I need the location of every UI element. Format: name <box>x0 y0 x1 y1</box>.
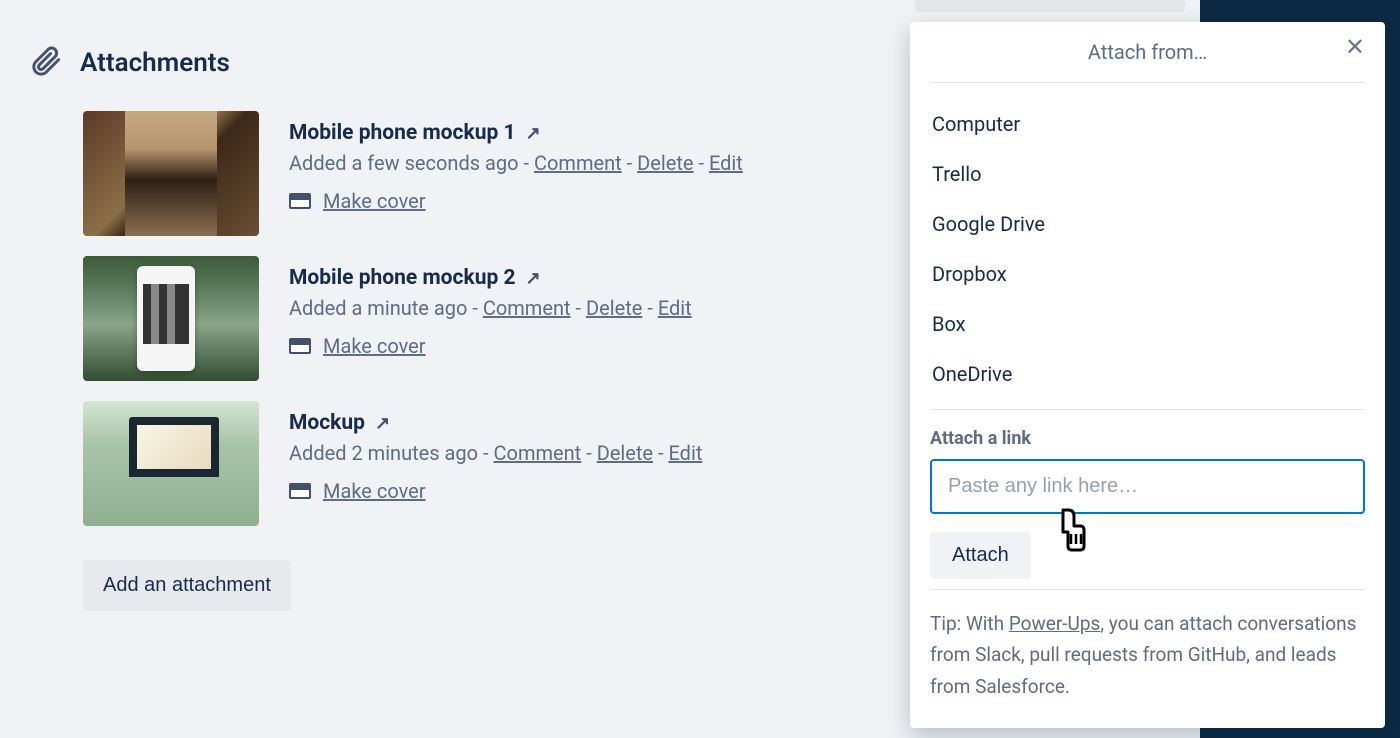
divider <box>930 589 1365 590</box>
delete-link[interactable]: Delete <box>586 296 642 320</box>
section-header: Attachments <box>30 45 880 81</box>
delete-link[interactable]: Delete <box>597 441 653 465</box>
attach-from-popover: Attach from… ✕ Computer Trello Google Dr… <box>910 22 1385 728</box>
make-cover-link[interactable]: Make cover <box>323 479 426 503</box>
attachment-title[interactable]: Mobile phone mockup 1 <box>289 121 516 145</box>
source-computer[interactable]: Computer <box>930 99 1365 149</box>
attachment-thumbnail[interactable] <box>83 111 259 236</box>
attach-link-input[interactable] <box>930 459 1365 514</box>
make-cover-link[interactable]: Make cover <box>323 334 426 358</box>
attachment-item: Mobile phone mockup 2 ↗ Added a minute a… <box>83 256 880 381</box>
attachment-list: Mobile phone mockup 1 ↗ Added a few seco… <box>83 111 880 526</box>
background-element <box>915 0 1185 12</box>
external-link-icon[interactable]: ↗ <box>526 268 541 289</box>
added-time: Added 2 minutes ago <box>289 441 478 465</box>
attachment-details: Mobile phone mockup 2 ↗ Added a minute a… <box>289 256 692 381</box>
delete-link[interactable]: Delete <box>637 151 693 175</box>
comment-link[interactable]: Comment <box>494 441 582 465</box>
paperclip-icon <box>30 45 62 81</box>
make-cover-row[interactable]: Make cover <box>289 334 692 358</box>
attach-link-label: Attach a link <box>930 428 1365 449</box>
source-box[interactable]: Box <box>930 299 1365 349</box>
cover-icon <box>289 338 311 354</box>
make-cover-row[interactable]: Make cover <box>289 189 743 213</box>
attachment-meta: Added a few seconds ago - Comment - Dele… <box>289 151 743 175</box>
cover-icon <box>289 483 311 499</box>
added-time: Added a few seconds ago <box>289 151 519 175</box>
attachment-item: Mobile phone mockup 1 ↗ Added a few seco… <box>83 111 880 236</box>
attachments-section: Attachments Mobile phone mockup 1 ↗ Adde… <box>30 45 880 611</box>
attachment-thumbnail[interactable] <box>83 256 259 381</box>
divider <box>930 409 1365 410</box>
attachment-item: Mockup ↗ Added 2 minutes ago - Comment -… <box>83 401 880 526</box>
section-title: Attachments <box>80 48 230 78</box>
attachment-details: Mockup ↗ Added 2 minutes ago - Comment -… <box>289 401 702 526</box>
attachment-meta: Added a minute ago - Comment - Delete - … <box>289 296 692 320</box>
external-link-icon[interactable]: ↗ <box>526 123 541 144</box>
add-attachment-button[interactable]: Add an attachment <box>83 560 291 611</box>
cover-icon <box>289 193 311 209</box>
external-link-icon[interactable]: ↗ <box>375 413 390 434</box>
tip-text: Tip: With Power-Ups, you can attach conv… <box>930 608 1365 702</box>
popover-header: Attach from… ✕ <box>930 22 1365 83</box>
attachment-title[interactable]: Mockup <box>289 411 365 435</box>
source-onedrive[interactable]: OneDrive <box>930 349 1365 399</box>
attach-source-list: Computer Trello Google Drive Dropbox Box… <box>930 99 1365 399</box>
edit-link[interactable]: Edit <box>658 296 692 320</box>
close-icon[interactable]: ✕ <box>1345 36 1365 60</box>
popover-title: Attach from… <box>1088 40 1207 64</box>
added-time: Added a minute ago <box>289 296 467 320</box>
edit-link[interactable]: Edit <box>709 151 743 175</box>
source-trello[interactable]: Trello <box>930 149 1365 199</box>
make-cover-link[interactable]: Make cover <box>323 189 426 213</box>
power-ups-link[interactable]: Power-Ups <box>1009 612 1101 635</box>
edit-link[interactable]: Edit <box>669 441 703 465</box>
attachment-details: Mobile phone mockup 1 ↗ Added a few seco… <box>289 111 743 236</box>
source-google-drive[interactable]: Google Drive <box>930 199 1365 249</box>
comment-link[interactable]: Comment <box>534 151 622 175</box>
attachment-thumbnail[interactable] <box>83 401 259 526</box>
attach-button[interactable]: Attach <box>930 532 1031 579</box>
source-dropbox[interactable]: Dropbox <box>930 249 1365 299</box>
attachment-title[interactable]: Mobile phone mockup 2 <box>289 266 516 290</box>
make-cover-row[interactable]: Make cover <box>289 479 702 503</box>
comment-link[interactable]: Comment <box>483 296 571 320</box>
attachment-meta: Added 2 minutes ago - Comment - Delete -… <box>289 441 702 465</box>
